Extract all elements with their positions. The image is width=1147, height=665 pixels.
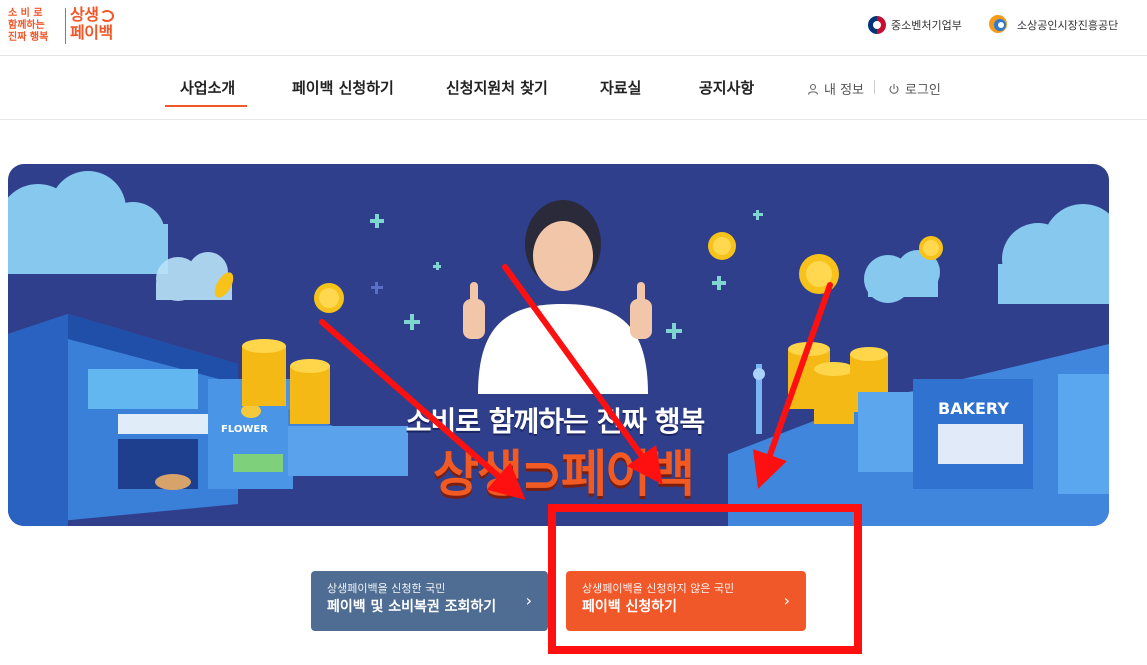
- swirl-icon: [100, 9, 115, 22]
- taegeuk-emblem-icon: [868, 16, 886, 34]
- nav-item-intro[interactable]: 사업소개: [180, 77, 235, 98]
- top-bar: 소 비 로 함께하는 진짜 행복 상생 페이백 중소벤처기업부 소상공인시장진흥…: [0, 0, 1147, 56]
- nav-active-indicator: [165, 105, 247, 107]
- logo-slogan-line1: 소 비 로: [8, 8, 43, 19]
- lookup-payback-button[interactable]: 상생페이백을 신청한 국민 페이백 및 소비복권 조회하기 ›: [311, 571, 548, 631]
- logo-brand-line2: 페이백: [70, 23, 113, 42]
- power-icon: [887, 82, 901, 96]
- org-link-semas[interactable]: 소상공인시장진흥공단: [989, 14, 1118, 36]
- org2-name: 소상공인시장진흥공단: [1017, 19, 1119, 32]
- cta1-subtitle: 상생페이백을 신청한 국민: [327, 582, 446, 595]
- logo-divider: [65, 8, 66, 44]
- site-logo[interactable]: 소 비 로 함께하는 진짜 행복 상생 페이백: [8, 6, 126, 46]
- sign-bakery: BAKERY: [938, 399, 1009, 418]
- banner-brand: 상생⊃페이백: [433, 445, 695, 503]
- main-nav: 사업소개 페이백 신청하기 신청지원처 찾기 자료실 공지사항 내 정보 로그인: [0, 56, 1147, 120]
- my-info-link[interactable]: 내 정보: [806, 79, 864, 98]
- user-icon: [806, 82, 820, 96]
- logo-slogan-line3: 진짜 행복: [8, 32, 49, 43]
- semas-emblem-icon: [989, 15, 1011, 35]
- nav-item-apply[interactable]: 페이백 신청하기: [292, 77, 394, 98]
- nav-item-notices[interactable]: 공지사항: [699, 77, 754, 98]
- hero-banner[interactable]: FLOWER BAKERY 소비로 함께하는 진짜 행복 상생⊃페이백: [8, 164, 1109, 526]
- nav-item-find-support[interactable]: 신청지원처 찾기: [446, 77, 548, 98]
- cta1-title: 페이백 및 소비복권 조회하기: [327, 599, 497, 615]
- org-link-mss[interactable]: 중소벤처기업부: [868, 14, 962, 36]
- util-separator: [874, 80, 875, 94]
- sign-flower: FLOWER: [221, 424, 268, 435]
- login-link[interactable]: 로그인: [887, 79, 941, 98]
- logo-brand: 상생 페이백: [70, 5, 115, 42]
- logo-slogan: 소 비 로 함께하는 진짜 행복: [8, 8, 62, 44]
- my-info-label: 내 정보: [824, 83, 865, 98]
- org1-name: 중소벤처기업부: [891, 19, 962, 32]
- nav-item-resources[interactable]: 자료실: [600, 77, 641, 98]
- logo-brand-line1: 상생: [70, 5, 99, 24]
- annotation-highlight-box: [548, 504, 862, 654]
- login-label: 로그인: [905, 83, 941, 98]
- logo-slogan-line2: 함께하는: [8, 20, 45, 31]
- chevron-right-icon: ›: [525, 591, 532, 610]
